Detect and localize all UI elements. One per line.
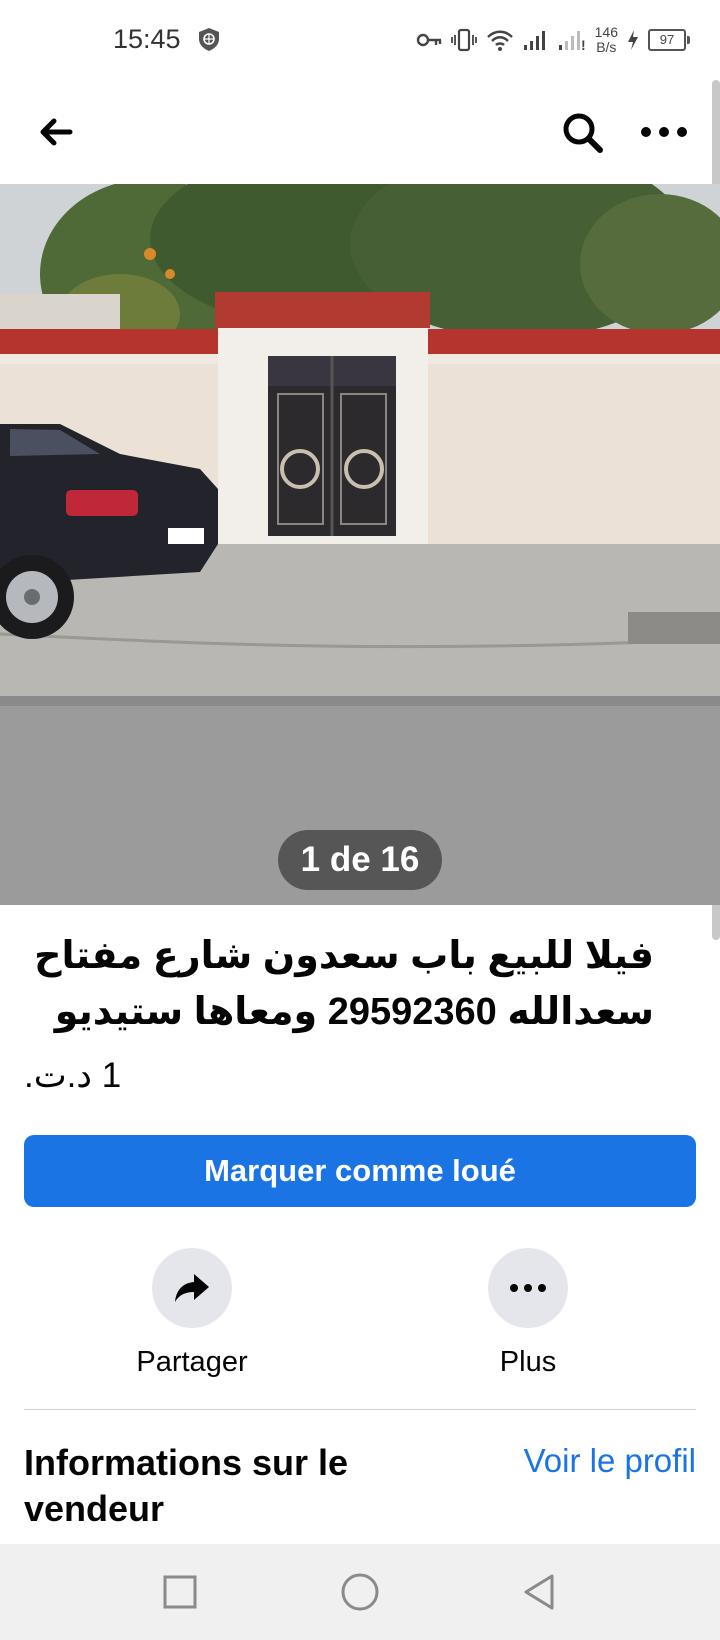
back-arrow-icon[interactable]: [34, 110, 78, 154]
share-label: Partager: [136, 1346, 248, 1378]
share-button[interactable]: Partager: [112, 1248, 272, 1379]
battery-indicator: 97: [648, 29, 690, 51]
signal-weak-icon: !: [558, 31, 586, 51]
mark-as-rented-button[interactable]: Marquer comme loué: [24, 1135, 696, 1207]
home-circle-icon[interactable]: [334, 1566, 386, 1618]
listing-price: 1 د.ت.: [24, 1056, 122, 1095]
status-icons: ! 146 B/s 97: [416, 20, 690, 60]
system-navigation-bar: [0, 1544, 720, 1640]
view-profile-link[interactable]: Voir le profil: [524, 1442, 696, 1480]
more-circle[interactable]: [488, 1248, 568, 1328]
wifi-icon: [486, 30, 513, 51]
status-time: 15:45: [113, 24, 181, 54]
listing-photo-image: [0, 184, 720, 905]
shield-icon: [199, 28, 219, 51]
signal-icon: [523, 31, 545, 50]
more-label: Plus: [499, 1346, 557, 1378]
share-arrow-icon: [175, 1274, 209, 1302]
more-dots-icon: [510, 1284, 546, 1292]
key-icon: [416, 33, 441, 47]
recents-square-icon[interactable]: [154, 1566, 206, 1618]
svg-text:!: !: [581, 37, 586, 51]
vibrate-icon: [450, 28, 477, 52]
charging-icon: [628, 30, 638, 50]
section-divider: [24, 1409, 696, 1410]
back-triangle-icon[interactable]: [514, 1566, 566, 1618]
more-dots-icon[interactable]: [638, 110, 690, 154]
top-app-bar: [0, 80, 720, 184]
status-bar: 15:45 ! 146 B/s 97: [0, 0, 720, 80]
search-icon[interactable]: [558, 108, 606, 156]
share-circle[interactable]: [152, 1248, 232, 1328]
listing-photo[interactable]: 1 de 16: [0, 184, 720, 905]
listing-title: فيلا للبيع باب سعدون شارع مفتاح سعدالله …: [34, 935, 654, 1033]
more-button[interactable]: Plus: [448, 1248, 608, 1379]
photo-counter: 1 de 16: [278, 830, 442, 890]
seller-info-heading: Informations sur le vendeur: [24, 1442, 349, 1529]
network-speed: 146 B/s: [594, 24, 618, 55]
